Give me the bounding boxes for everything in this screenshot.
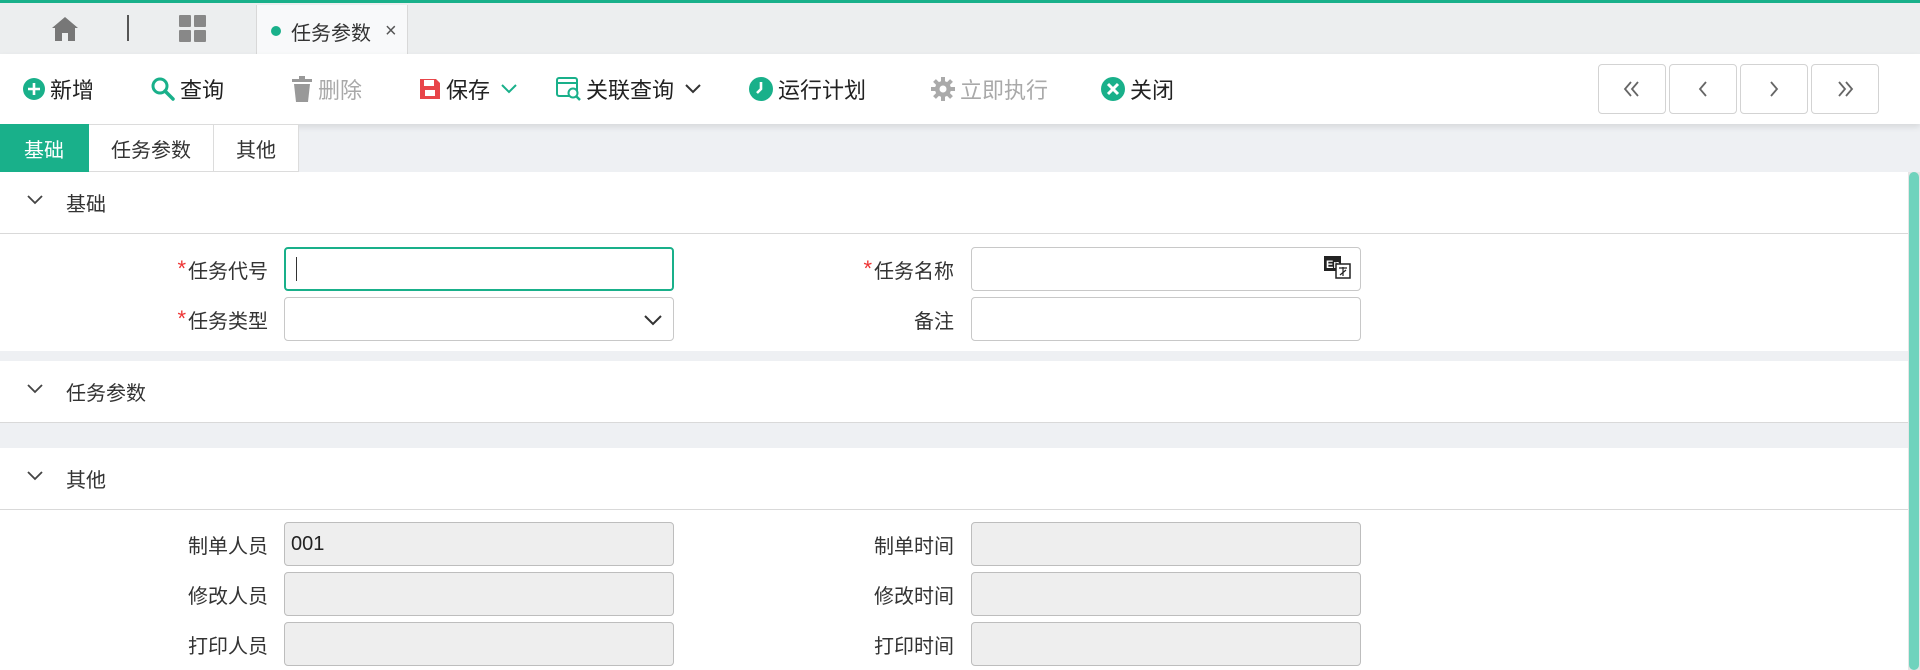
- section-task-params-header[interactable]: 任务参数: [0, 361, 1908, 423]
- tab-task-params-section[interactable]: 任务参数: [89, 124, 214, 172]
- creator-label: 制单人员: [188, 535, 268, 558]
- required-mark: *: [177, 256, 186, 281]
- modifier-label: 修改人员: [188, 585, 268, 608]
- related-search-icon: [556, 76, 582, 102]
- save-label: 保存: [446, 78, 491, 103]
- gear-icon: [930, 76, 956, 102]
- add-button[interactable]: 新增: [22, 72, 94, 106]
- related-query-button[interactable]: 关联查询: [556, 72, 702, 106]
- query-button[interactable]: 查询: [150, 72, 224, 106]
- chevron-down-icon[interactable]: [26, 383, 44, 401]
- tab-basic[interactable]: 基础: [0, 124, 89, 172]
- remark-input[interactable]: [971, 297, 1361, 341]
- section-other-title: 其他: [66, 470, 106, 492]
- section-basic-title: 基础: [66, 194, 106, 216]
- related-query-label: 关联查询: [586, 78, 675, 103]
- save-dropdown-icon[interactable]: [500, 83, 518, 95]
- section-task-params: 任务参数: [0, 361, 1908, 423]
- modify-time-field: [971, 572, 1361, 616]
- printer-label: 打印人员: [188, 635, 268, 658]
- active-dot-icon: [271, 26, 281, 36]
- task-type-label: * 任务类型: [177, 306, 268, 333]
- close-button[interactable]: 关闭: [1100, 72, 1174, 106]
- run-plan-button[interactable]: 运行计划: [748, 72, 866, 106]
- modify-time-label: 修改时间: [874, 585, 954, 608]
- required-mark: *: [177, 306, 186, 331]
- delete-button[interactable]: 删除: [290, 72, 362, 106]
- task-code-label: * 任务代号: [177, 256, 268, 283]
- double-chevron-right-icon: [1838, 81, 1854, 97]
- printer-field: [284, 622, 674, 666]
- section-other: 其他 制单人员 001 制单时间 修改人员 修改时间 打印人员 打印时间: [0, 448, 1908, 670]
- close-circle-icon: [1100, 76, 1126, 102]
- grid-icon[interactable]: [179, 15, 207, 43]
- section-basic: 基础 * 任务代号 * 任务名称 En * 任务类型 备注: [0, 172, 1908, 351]
- print-time-label: 打印时间: [874, 635, 954, 658]
- top-tab-bar: 任务参数 ×: [0, 0, 1920, 57]
- tab-task-params[interactable]: 任务参数 ×: [256, 5, 408, 57]
- vertical-scrollbar[interactable]: [1908, 172, 1920, 670]
- task-name-label: * 任务名称: [863, 256, 954, 283]
- floppy-icon: [418, 77, 442, 101]
- execute-now-label: 立即执行: [960, 78, 1049, 103]
- tab-divider: [127, 15, 129, 41]
- double-chevron-left-icon: [1623, 81, 1639, 97]
- scrollbar-thumb[interactable]: [1909, 172, 1919, 670]
- execute-now-button[interactable]: 立即执行: [930, 72, 1048, 106]
- search-icon: [150, 76, 176, 102]
- create-time-label: 制单时间: [874, 535, 954, 558]
- previous-record-button[interactable]: [1669, 64, 1737, 114]
- tab-other[interactable]: 其他: [214, 124, 299, 172]
- add-label: 新增: [50, 78, 95, 103]
- task-name-input[interactable]: En: [971, 247, 1361, 291]
- chevron-right-icon: [1770, 81, 1779, 97]
- delete-label: 删除: [318, 78, 363, 103]
- run-plan-label: 运行计划: [778, 78, 867, 103]
- task-type-select[interactable]: [284, 297, 674, 341]
- toolbar: 新增 查询 删除 保存 关联查询 运行计划 立即执行 关闭: [0, 54, 1920, 124]
- chevron-down-icon[interactable]: [26, 194, 44, 212]
- section-task-params-title: 任务参数: [66, 383, 146, 405]
- task-code-input[interactable]: [284, 247, 674, 291]
- home-icon[interactable]: [50, 15, 80, 43]
- chevron-down-icon[interactable]: [26, 470, 44, 488]
- section-other-header[interactable]: 其他: [0, 448, 1908, 510]
- section-tabs: 基础 任务参数 其他: [0, 124, 299, 172]
- close-label: 关闭: [1130, 78, 1175, 103]
- save-button[interactable]: 保存: [418, 72, 518, 106]
- modifier-field: [284, 572, 674, 616]
- text-cursor: [296, 257, 297, 281]
- remark-label: 备注: [914, 310, 954, 333]
- tab-close-icon[interactable]: ×: [385, 20, 397, 43]
- creator-field: 001: [284, 522, 674, 566]
- clock-icon: [748, 76, 774, 102]
- query-label: 查询: [180, 78, 225, 103]
- plus-circle-icon: [22, 77, 46, 101]
- section-basic-header[interactable]: 基础: [0, 172, 1908, 234]
- chevron-down-icon[interactable]: [643, 310, 663, 333]
- create-time-field: [971, 522, 1361, 566]
- trash-icon: [290, 76, 314, 102]
- print-time-field: [971, 622, 1361, 666]
- related-query-dropdown-icon[interactable]: [684, 83, 702, 95]
- form-content: 基础 * 任务代号 * 任务名称 En * 任务类型 备注 任务参数 其他 制单…: [0, 172, 1908, 670]
- required-mark: *: [863, 256, 872, 281]
- tab-label: 任务参数: [291, 22, 371, 45]
- last-record-button[interactable]: [1811, 64, 1879, 114]
- next-record-button[interactable]: [1740, 64, 1808, 114]
- translate-icon[interactable]: En: [1324, 256, 1352, 280]
- chevron-left-icon: [1698, 81, 1707, 97]
- first-record-button[interactable]: [1598, 64, 1666, 114]
